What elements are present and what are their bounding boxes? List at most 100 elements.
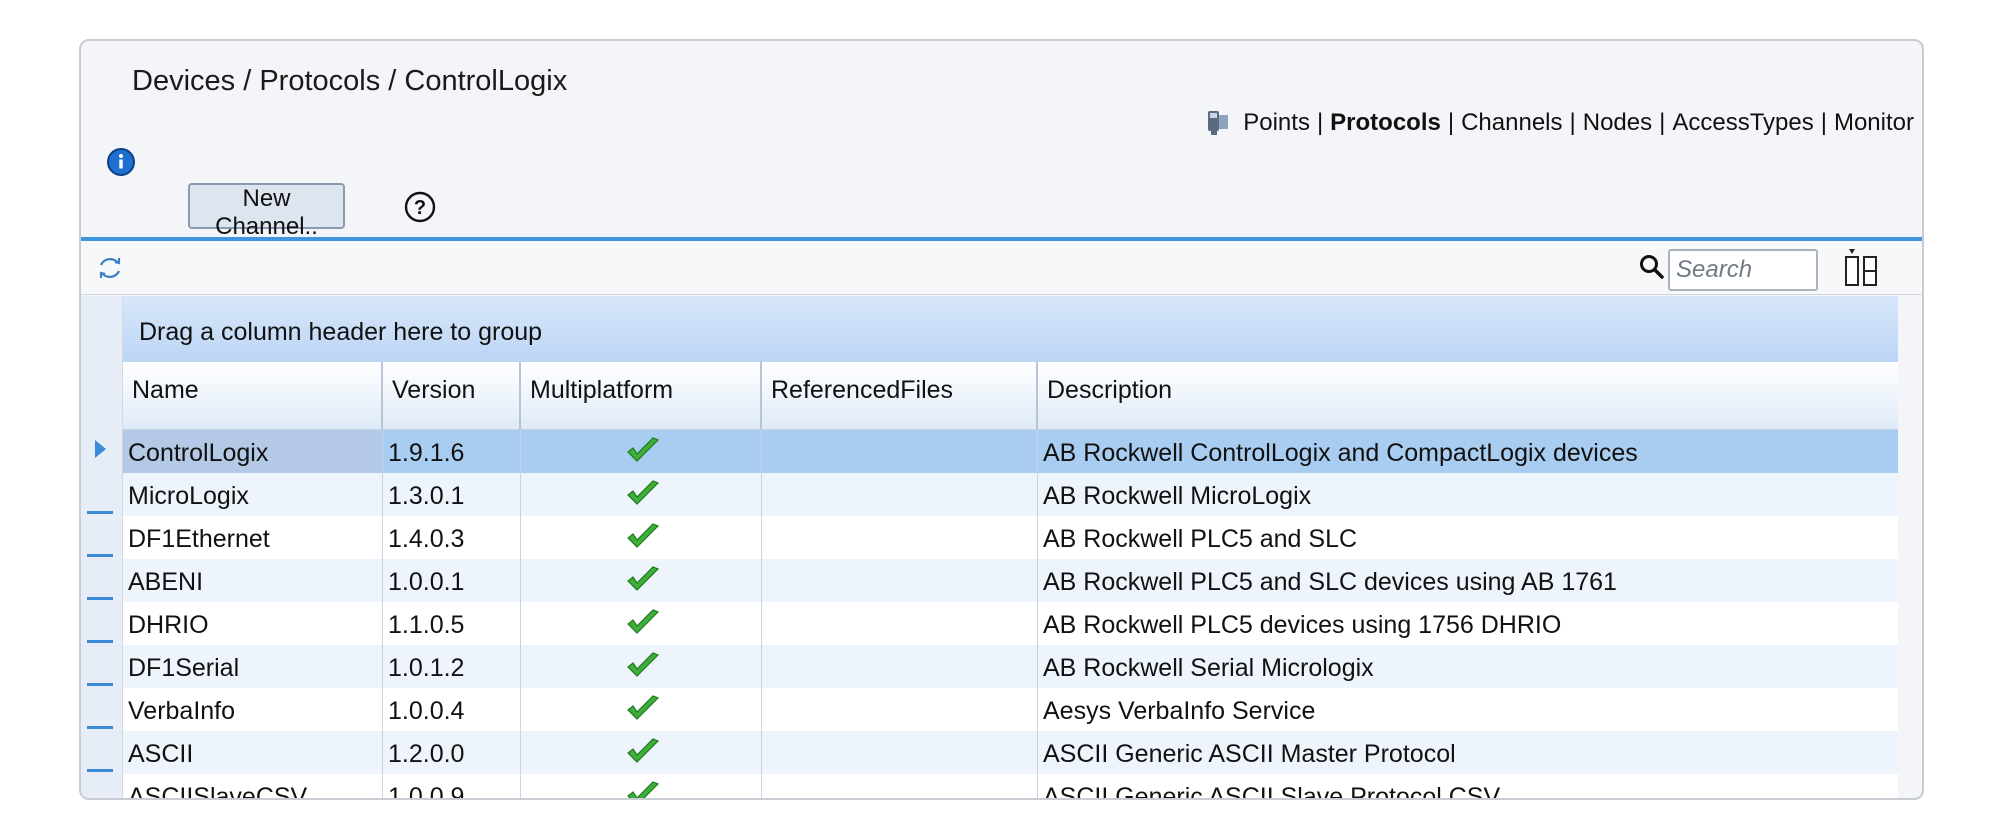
table-row[interactable]: VerbaInfo 1.0.0.4 Aesys VerbaInfo Service [81,688,1898,731]
cell-version[interactable]: 1.0.1.2 [383,645,521,688]
current-row-arrow-icon [95,440,106,458]
cell-referencedfiles[interactable] [762,645,1038,688]
cell-description[interactable]: AB Rockwell MicroLogix [1038,473,1898,516]
cell-referencedfiles[interactable] [762,473,1038,516]
cell-name[interactable]: DF1Serial [123,645,383,688]
breadcrumb-item-devices[interactable]: Devices [132,65,235,97]
cell-description[interactable]: AB Rockwell PLC5 devices using 1756 DHRI… [1038,602,1898,645]
cell-version[interactable]: 1.2.0.0 [383,731,521,774]
cell-multiplatform[interactable] [521,473,762,516]
cell-referencedfiles[interactable] [762,774,1038,798]
row-indicator[interactable] [81,731,123,774]
group-panel[interactable]: Drag a column header here to group [123,296,1898,362]
checkmark-icon [627,695,660,720]
nav-separator: | [1569,109,1576,136]
cell-name[interactable]: ASCIISlaveCSV [123,774,383,798]
cell-version[interactable]: 1.9.1.6 [383,430,521,473]
cell-referencedfiles[interactable] [762,731,1038,774]
cell-multiplatform[interactable] [521,688,762,731]
nav-monitor[interactable]: Monitor [1834,109,1914,137]
cell-description[interactable]: AB Rockwell PLC5 and SLC [1038,516,1898,559]
search-icon[interactable] [1637,252,1667,282]
breadcrumb-separator: / [235,65,260,97]
cell-name[interactable]: DF1Ethernet [123,516,383,559]
cell-version[interactable]: 1.3.0.1 [383,473,521,516]
row-indicator[interactable] [81,473,123,516]
row-indicator[interactable] [81,645,123,688]
nav-channels[interactable]: Channels [1461,109,1562,137]
table-row[interactable]: DHRIO 1.1.0.5 AB Rockwell PLC5 devices usi… [81,602,1898,645]
table-row[interactable]: DF1Serial 1.0.1.2 AB Rockwell Serial Micro… [81,645,1898,688]
nav-separator: | [1316,109,1324,136]
breadcrumb-item-current: ControlLogix [404,65,568,97]
cell-description[interactable]: AB Rockwell Serial Micrologix [1038,645,1898,688]
cell-multiplatform[interactable] [521,430,762,473]
cell-referencedfiles[interactable] [762,559,1038,602]
row-indicator[interactable] [81,559,123,602]
cell-description[interactable]: AB Rockwell ControlLogix and CompactLogi… [1038,430,1898,473]
cell-description[interactable]: ASCII Generic ASCII Master Protocol [1038,731,1898,774]
table-row[interactable]: ASCII 1.2.0.0 ASCII Generic ASCII Master P… [81,731,1898,774]
row-indicator[interactable] [81,774,123,798]
cell-multiplatform[interactable] [521,731,762,774]
info-icon[interactable] [106,147,136,177]
cell-referencedfiles[interactable] [762,688,1038,731]
cell-description[interactable]: AB Rockwell PLC5 and SLC devices using A… [1038,559,1898,602]
row-indicator[interactable] [81,688,123,731]
help-icon[interactable]: ? [403,190,437,224]
cell-multiplatform[interactable] [521,559,762,602]
protocols-grid: Drag a column header here to group Name … [81,296,1898,798]
cell-multiplatform[interactable] [521,516,762,559]
cell-name[interactable]: MicroLogix [123,473,383,516]
cell-multiplatform[interactable] [521,645,762,688]
nav-separator: | [1820,109,1827,136]
search-input[interactable] [1668,249,1818,291]
table-row[interactable]: MicroLogix 1.3.0.1 AB Rockwell MicroLogix [81,473,1898,516]
checkmark-icon [627,480,660,505]
column-header-multiplatform[interactable]: Multiplatform [521,362,762,430]
row-dash-icon [87,726,113,729]
row-dash-icon [87,683,113,686]
row-indicator[interactable] [81,602,123,645]
table-row[interactable]: DF1Ethernet 1.4.0.3 AB Rockwell PLC5 and S… [81,516,1898,559]
cell-name[interactable]: VerbaInfo [123,688,383,731]
nav-accesstypes[interactable]: AccessTypes [1672,109,1813,137]
cell-multiplatform[interactable] [521,602,762,645]
column-headers: Name Version Multiplatform ReferencedFil… [123,362,1898,430]
device-icon [1208,111,1229,135]
cell-description[interactable]: ASCII Generic ASCII Slave Protocol CSV [1038,774,1898,798]
row-indicator[interactable] [81,430,123,473]
cell-name[interactable]: ASCII [123,731,383,774]
column-header-version[interactable]: Version [383,362,521,430]
nav-nodes[interactable]: Nodes [1583,109,1652,137]
cell-name[interactable]: DHRIO [123,602,383,645]
table-row[interactable]: ASCIISlaveCSV 1.0.0.9 ASCII Generic ASCII … [81,774,1898,798]
table-row[interactable]: ControlLogix 1.9.1.6 AB Rockwell ControlLo… [81,430,1898,473]
nav-protocols[interactable]: Protocols [1330,109,1441,137]
cell-version[interactable]: 1.0.0.1 [383,559,521,602]
checkmark-icon [627,437,660,462]
column-chooser-icon[interactable] [1842,247,1882,289]
column-header-name[interactable]: Name [123,362,383,430]
breadcrumb: Devices / Protocols / ControlLogix [132,65,567,98]
cell-multiplatform[interactable] [521,774,762,798]
breadcrumb-item-protocols[interactable]: Protocols [259,65,380,97]
cell-description[interactable]: Aesys VerbaInfo Service [1038,688,1898,731]
cell-version[interactable]: 1.1.0.5 [383,602,521,645]
row-indicator[interactable] [81,516,123,559]
cell-name[interactable]: ABENI [123,559,383,602]
refresh-icon[interactable] [95,253,125,283]
cell-version[interactable]: 1.4.0.3 [383,516,521,559]
cell-referencedfiles[interactable] [762,602,1038,645]
protocols-panel: Devices / Protocols / ControlLogix Point… [79,39,1924,800]
table-row[interactable]: ABENI 1.0.0.1 AB Rockwell PLC5 and SLC dev… [81,559,1898,602]
cell-referencedfiles[interactable] [762,516,1038,559]
cell-version[interactable]: 1.0.0.9 [383,774,521,798]
column-header-referencedfiles[interactable]: ReferencedFiles [762,362,1038,430]
column-header-description[interactable]: Description [1038,362,1898,430]
cell-version[interactable]: 1.0.0.4 [383,688,521,731]
cell-name[interactable]: ControlLogix [123,430,383,473]
nav-points[interactable]: Points [1243,109,1310,137]
new-channel-button[interactable]: New Channel.. [188,183,345,240]
cell-referencedfiles[interactable] [762,430,1038,473]
